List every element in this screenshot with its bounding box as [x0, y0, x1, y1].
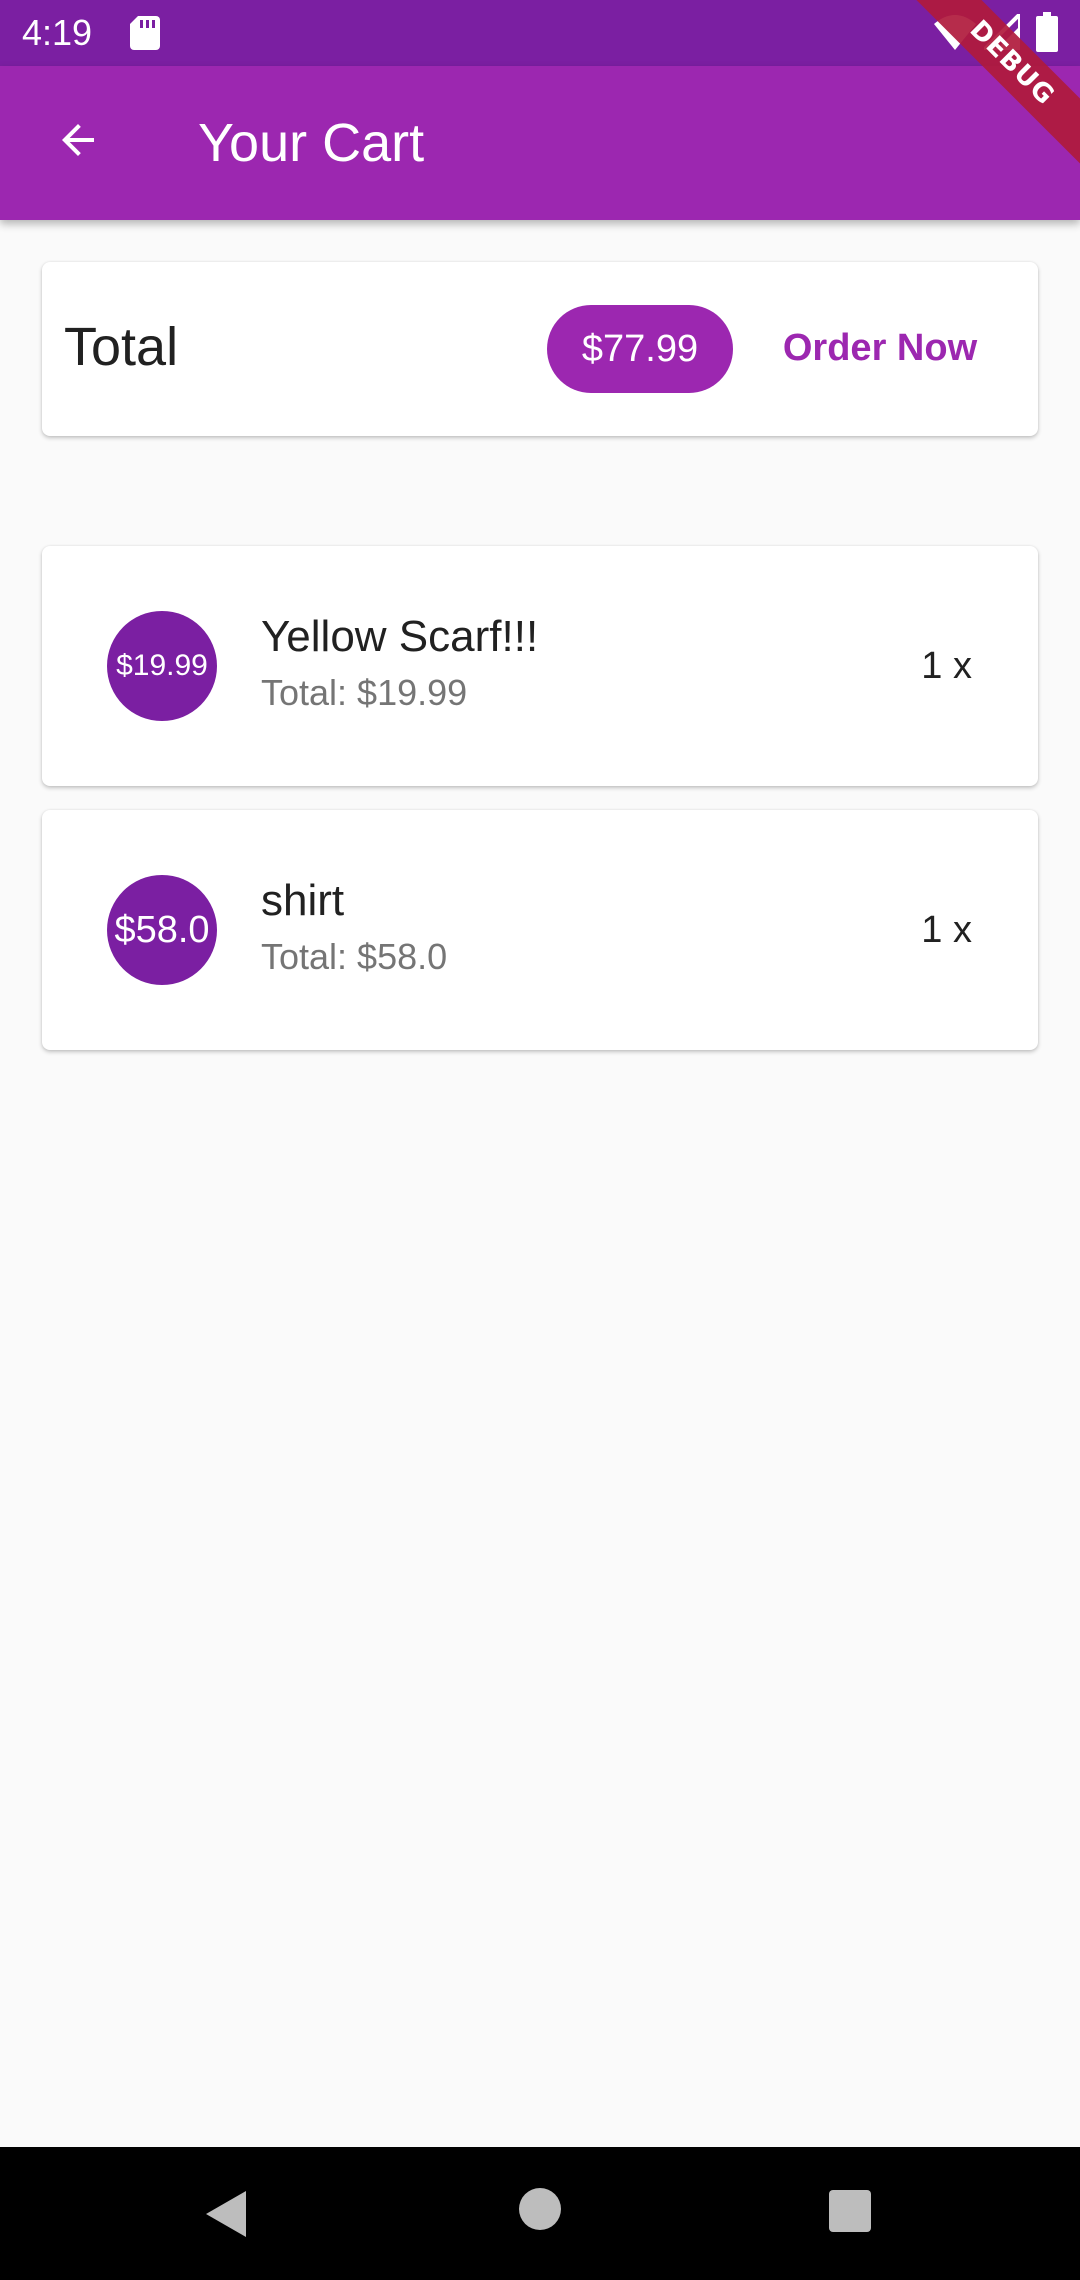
item-title: shirt: [261, 876, 345, 925]
status-time: 4:19: [22, 12, 93, 53]
cart-item[interactable]: $19.99 Yellow Scarf!!! Total: $19.99 1 x: [42, 546, 1038, 786]
price-avatar: $19.99: [107, 611, 217, 721]
battery-icon: [1036, 12, 1058, 52]
back-button[interactable]: [36, 98, 120, 182]
sd-card-icon: [130, 16, 160, 50]
total-label: Total: [64, 317, 179, 377]
price-avatar: $58.0: [107, 875, 217, 985]
status-bar: 4:19: [0, 0, 1080, 66]
item-quantity: 1 x: [921, 645, 972, 687]
order-now-button[interactable]: Order Now: [764, 298, 996, 398]
total-amount-chip: $77.99: [547, 305, 733, 393]
system-nav-bar: [0, 2147, 1080, 2280]
back-triangle-icon[interactable]: [200, 2187, 254, 2241]
item-subtotal: Total: $19.99: [261, 672, 468, 713]
recents-square-icon[interactable]: [828, 2189, 872, 2233]
item-subtotal: Total: $58.0: [261, 936, 448, 977]
cart-summary-card: Total $77.99 Order Now: [42, 262, 1038, 436]
item-quantity: 1 x: [921, 909, 972, 951]
cart-item[interactable]: $58.0 shirt Total: $58.0 1 x: [42, 810, 1038, 1050]
page-title: Your Cart: [198, 113, 425, 173]
app-bar: Your Cart: [0, 66, 1080, 220]
item-title: Yellow Scarf!!!: [261, 612, 539, 661]
arrow-back-icon: [62, 124, 94, 156]
home-circle-icon[interactable]: [518, 2187, 562, 2231]
